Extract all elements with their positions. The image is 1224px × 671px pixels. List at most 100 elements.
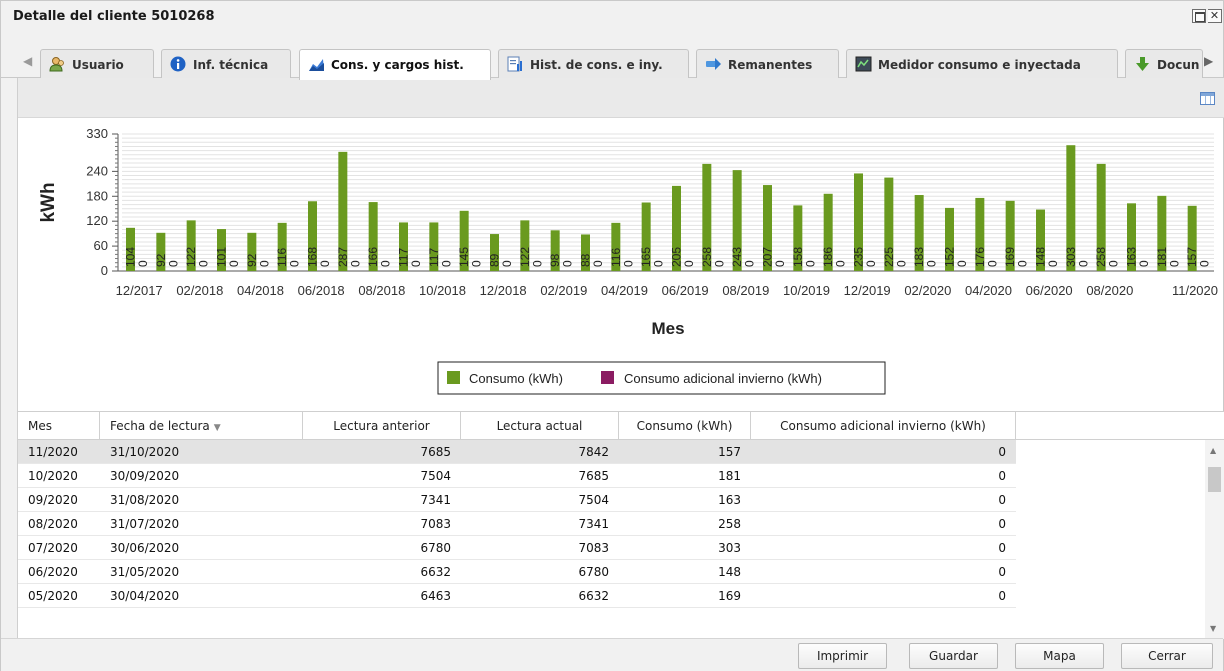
bar-value-label: 0 [591, 260, 605, 267]
table-cell: 31/07/2020 [110, 517, 180, 531]
scroll-down-icon[interactable]: ▼ [1210, 624, 1216, 633]
bar-value-label: 0 [439, 260, 453, 267]
table-cell: 7685 [578, 469, 609, 483]
table-cell: 169 [718, 589, 741, 603]
tab-medidor[interactable]: Medidor consumo e inyectada [846, 49, 1118, 79]
bar-value-label: 0 [773, 260, 787, 267]
report-icon [507, 56, 522, 72]
column-header-fecha[interactable]: Fecha de lectura ▼ [100, 412, 303, 440]
tab-hist-cons-iny[interactable]: Hist. de cons. e iny. [498, 49, 689, 79]
bar-value-label: 0 [1016, 260, 1030, 267]
table-cell: 7341 [420, 493, 451, 507]
bar-value-label: 0 [682, 260, 696, 267]
column-header-label: Consumo adicional invierno (kWh) [780, 419, 986, 433]
y-tick-label: 240 [86, 163, 108, 178]
tab-remanentes[interactable]: Remanentes [696, 49, 839, 79]
meter-icon [855, 56, 872, 72]
scroll-up-icon[interactable]: ▲ [1210, 446, 1216, 455]
column-header-label: Lectura actual [496, 419, 583, 433]
table-row[interactable]: 05/2020 30/04/2020 6463 6632 169 0 [18, 584, 1016, 608]
table-cell: 30/04/2020 [110, 589, 180, 603]
bar-value-label: 0 [379, 260, 393, 267]
table-row[interactable]: 11/2020 31/10/2020 7685 7842 157 0 [18, 440, 1016, 464]
table-cell: 05/2020 [28, 589, 78, 603]
table-cell: 31/10/2020 [110, 445, 180, 459]
scroll-thumb[interactable] [1208, 467, 1221, 492]
table-cell: 148 [718, 565, 741, 579]
title-bar: Detalle del cliente 5010268 ✕ [1, 1, 1223, 33]
column-header-mes[interactable]: Mes [18, 412, 100, 440]
column-header-consumo[interactable]: Consumo (kWh) [619, 412, 751, 440]
print-button[interactable]: Imprimir [798, 643, 887, 669]
table-row[interactable]: 06/2020 31/05/2020 6632 6780 148 0 [18, 560, 1016, 584]
bar-value-label: 0 [652, 260, 666, 267]
sort-desc-icon[interactable]: ▼ [214, 423, 221, 433]
y-axis-title: kWh [38, 182, 59, 222]
table-cell: 181 [718, 469, 741, 483]
close-button[interactable]: Cerrar [1121, 643, 1213, 669]
table-cell: 10/2020 [28, 469, 78, 483]
button-bar: Imprimir Guardar Mapa Cerrar [1, 638, 1223, 671]
close-icon[interactable]: ✕ [1208, 9, 1222, 23]
x-tick-label: 02/2019 [540, 283, 587, 298]
bar-value-label: 0 [348, 260, 362, 267]
save-button[interactable]: Guardar [909, 643, 998, 669]
x-tick-label: 06/2020 [1026, 283, 1073, 298]
column-header-label: Lectura anterior [333, 419, 430, 433]
bar-value-label: 0 [500, 260, 514, 267]
column-header-consumo-adicional[interactable]: Consumo adicional invierno (kWh) [751, 412, 1016, 440]
maximize-icon[interactable] [1192, 9, 1206, 23]
table-cell: 258 [718, 517, 741, 531]
tab-cons-cargos-hist[interactable]: Cons. y cargos hist. [299, 49, 491, 80]
chart-toolbar [18, 78, 1224, 118]
table-row[interactable]: 10/2020 30/09/2020 7504 7685 181 0 [18, 464, 1016, 488]
x-tick-label: 12/2017 [116, 283, 163, 298]
tab-inf-tecnica[interactable]: Inf. técnica [161, 49, 291, 79]
info-icon [170, 56, 186, 72]
tab-documentos[interactable]: Docun [1125, 49, 1203, 79]
bar-value-label: 0 [470, 260, 484, 267]
readings-table: Mes Fecha de lectura ▼ Lectura anterior L… [18, 411, 1224, 639]
x-tick-label: 10/2019 [783, 283, 830, 298]
x-tick-label: 04/2019 [601, 283, 648, 298]
tab-usuario[interactable]: Usuario [40, 49, 154, 79]
table-cell: 07/2020 [28, 541, 78, 555]
table-row[interactable]: 07/2020 30/06/2020 6780 7083 303 0 [18, 536, 1016, 560]
table-cell: 0 [998, 445, 1006, 459]
bar-value-label: 0 [1137, 260, 1151, 267]
x-tick-label: 12/2018 [480, 283, 527, 298]
table-cell: 6632 [578, 589, 609, 603]
table-cell: 09/2020 [28, 493, 78, 507]
tab-label: Cons. y cargos hist. [331, 58, 464, 72]
bar-value-label: 0 [955, 260, 969, 267]
column-header-lectura-anterior[interactable]: Lectura anterior [303, 412, 461, 440]
table-cell: 303 [718, 541, 741, 555]
bar-value-label: 0 [621, 260, 635, 267]
consumption-chart: 0 60 120 180 240 330 kWh 104 0 92 0 122 0 101 0 92 0 116 0… [18, 118, 1224, 409]
bar-value-label: 0 [743, 260, 757, 267]
tab-scroll-left-icon[interactable]: ◀ [23, 54, 32, 68]
chart-svg: 060120180240330kWh1040 920 1220 1010 920 1160… [38, 126, 1218, 395]
column-header-lectura-actual[interactable]: Lectura actual [461, 412, 619, 440]
tab-label: Usuario [72, 58, 124, 72]
tab-scroll-right-icon[interactable]: ▶ [1204, 54, 1213, 68]
table-cell: 7083 [578, 541, 609, 555]
table-row[interactable]: 08/2020 31/07/2020 7083 7341 258 0 [18, 512, 1016, 536]
bar-value-label: 0 [864, 260, 878, 267]
table-row[interactable]: 09/2020 31/08/2020 7341 7504 163 0 [18, 488, 1016, 512]
bar-value-label: 0 [1046, 260, 1060, 267]
bar-value-label: 0 [136, 260, 150, 267]
bar-value-label: 0 [530, 260, 544, 267]
table-scrollbar[interactable]: ▲ ▼ [1205, 440, 1224, 639]
tab-bar: ◀ Usuario Inf. técnica Cons. y cargos hi [1, 46, 1223, 80]
map-button[interactable]: Mapa [1015, 643, 1104, 669]
column-header-label: Mes [28, 419, 52, 433]
grid-view-icon[interactable] [1200, 92, 1215, 105]
x-axis-title: Mes [651, 319, 684, 338]
client-detail-window: Detalle del cliente 5010268 ✕ ◀ Usuario … [0, 0, 1224, 671]
table-cell: 7341 [578, 517, 609, 531]
table-cell: 30/06/2020 [110, 541, 180, 555]
x-tick-label: 02/2018 [176, 283, 223, 298]
legend-swatch-consumo [447, 371, 460, 384]
bar-value-label: 0 [1107, 260, 1121, 267]
